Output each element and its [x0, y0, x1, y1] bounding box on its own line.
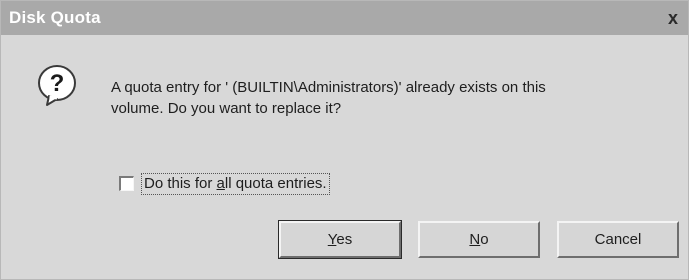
window-title: Disk Quota: [9, 8, 101, 27]
close-button[interactable]: x: [662, 7, 684, 29]
message-line-2: volume. Do you want to replace it?: [111, 100, 342, 117]
no-button[interactable]: No: [418, 221, 540, 258]
disk-quota-dialog: Disk Quota x ? A quota entry for ' (BUIL…: [0, 0, 689, 280]
apply-all-checkbox[interactable]: [119, 176, 134, 191]
cancel-button[interactable]: Cancel: [557, 221, 679, 258]
title-bar[interactable]: Disk Quota x: [1, 1, 688, 35]
message-text: A quota entry for ' (BUILTIN\Administrat…: [111, 77, 671, 119]
question-glyph: ?: [50, 70, 65, 97]
question-icon: ?: [38, 65, 76, 106]
message-line-1: A quota entry for ' (BUILTIN\Administrat…: [111, 79, 546, 96]
apply-all-checkbox-label[interactable]: Do this for all quota entries.: [141, 173, 330, 195]
yes-button[interactable]: Yes: [278, 220, 402, 259]
